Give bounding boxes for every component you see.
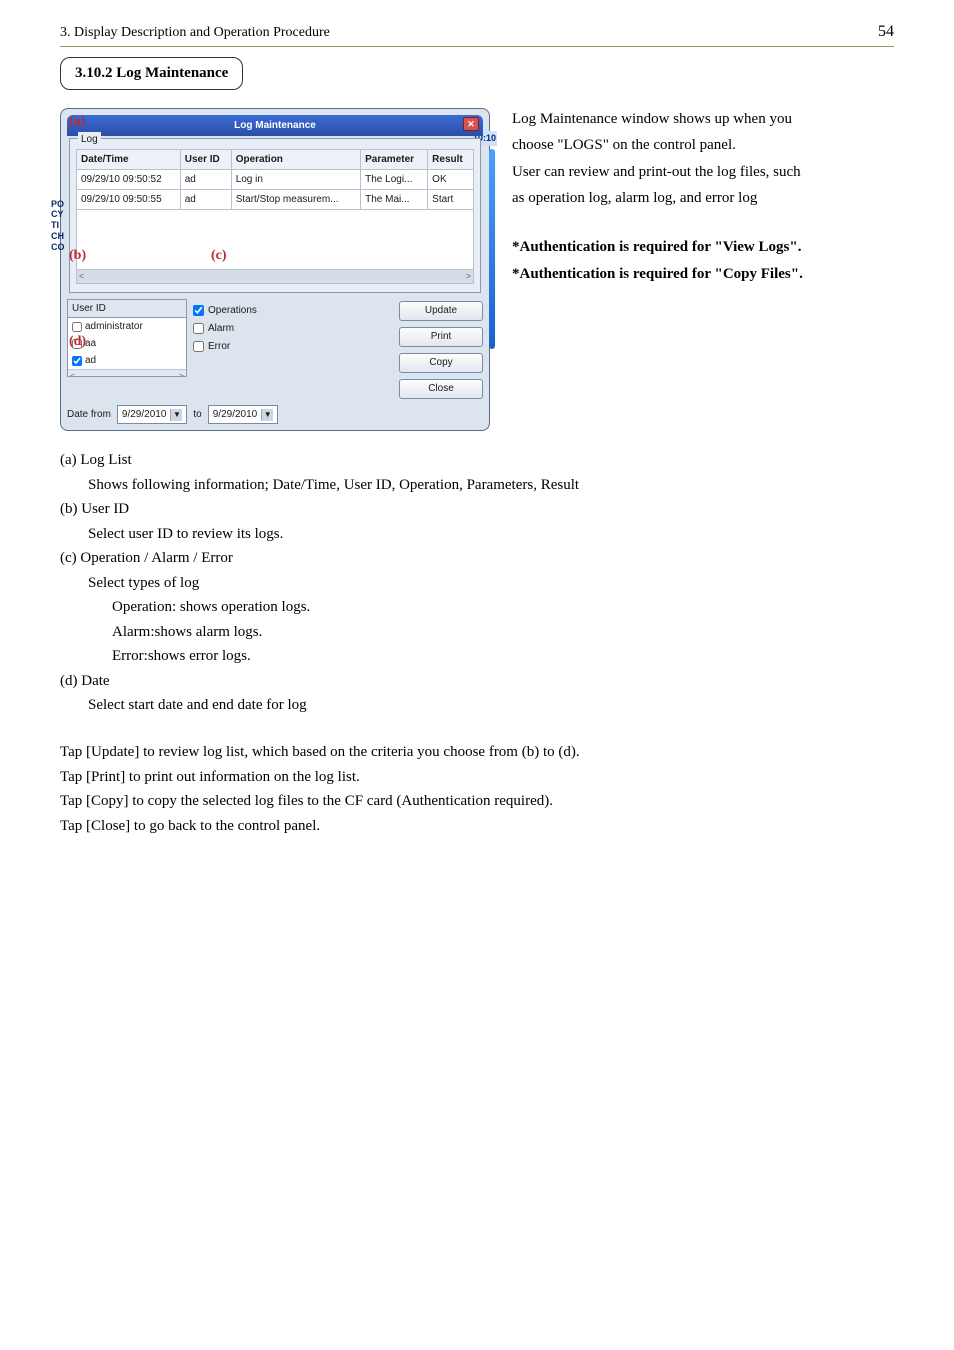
log-groupbox: Log Date/Time User ID Operation Paramete…: [69, 138, 481, 294]
close-icon[interactable]: ✕: [463, 117, 479, 131]
table-row[interactable]: 09/29/10 09:50:55 ad Start/Stop measurem…: [77, 189, 474, 209]
userbox-scroll[interactable]: <>: [68, 369, 186, 377]
explain-line: Log Maintenance window shows up when you: [512, 108, 894, 131]
groupbox-legend: Log: [78, 132, 101, 147]
date-from-picker[interactable]: 9/29/2010▼: [117, 405, 188, 424]
auth-note-2: *Authentication is required for "Copy Fi…: [512, 263, 894, 286]
item-c-body: Select types of log: [60, 572, 894, 595]
chevron-down-icon[interactable]: ▼: [261, 409, 273, 421]
chk-error[interactable]: [193, 341, 204, 352]
date-to-label: to: [193, 407, 201, 422]
chk-operations[interactable]: [193, 305, 204, 316]
chevron-down-icon[interactable]: ▼: [170, 409, 182, 421]
tap-instructions: Tap [Update] to review log list, which b…: [60, 741, 894, 837]
update-button[interactable]: Update: [399, 301, 483, 321]
chk-error-label[interactable]: Error: [193, 339, 257, 354]
close-button[interactable]: Close: [399, 379, 483, 399]
tap-print: Tap [Print] to print out information on …: [60, 766, 894, 789]
header-left: 3. Display Description and Operation Pro…: [60, 22, 330, 43]
col-operation[interactable]: Operation: [231, 149, 360, 169]
tap-update: Tap [Update] to review log list, which b…: [60, 741, 894, 764]
page-header: 3. Display Description and Operation Pro…: [60, 20, 894, 47]
item-b-head: (b) User ID: [60, 498, 894, 521]
side-panel-labels: PO CY TI CH CO: [51, 199, 65, 253]
date-row: Date from 9/29/2010▼ to 9/29/2010▼: [67, 405, 483, 424]
callout-b: (b): [69, 245, 86, 266]
userid-check-2[interactable]: [72, 356, 82, 366]
h-scrollbar[interactable]: <>: [76, 270, 474, 285]
item-c-al: Alarm:shows alarm logs.: [60, 621, 894, 644]
button-column: Update Print Copy Close: [399, 299, 483, 399]
explain-line: as operation log, alarm log, and error l…: [512, 187, 894, 210]
explain-line: choose "LOGS" on the control panel.: [512, 134, 894, 157]
date-from-label: Date from: [67, 407, 111, 422]
content-descriptions: (a) Log List Shows following information…: [60, 449, 894, 717]
tap-close: Tap [Close] to go back to the control pa…: [60, 815, 894, 838]
date-to-picker[interactable]: 9/29/2010▼: [208, 405, 279, 424]
right-blue-strip: [489, 149, 495, 349]
screenshot-window: (a) PO CY TI CH CO 10:10 Log Maintenance…: [60, 108, 490, 432]
item-b-body: Select user ID to review its logs.: [60, 523, 894, 546]
col-parameter[interactable]: Parameter: [361, 149, 428, 169]
table-row[interactable]: 09/29/10 09:50:52 ad Log in The Logi... …: [77, 169, 474, 189]
chk-alarm-label[interactable]: Alarm: [193, 321, 257, 336]
item-c-op: Operation: shows operation logs.: [60, 596, 894, 619]
explain-block: Log Maintenance window shows up when you…: [512, 108, 894, 290]
tap-copy: Tap [Copy] to copy the selected log file…: [60, 790, 894, 813]
chk-operations-label[interactable]: Operations: [193, 303, 257, 318]
item-a-head: (a) Log List: [60, 449, 894, 472]
item-c-head: (c) Operation / Alarm / Error: [60, 547, 894, 570]
item-d-body: Select start date and end date for log: [60, 694, 894, 717]
section-title: 3.10.2 Log Maintenance: [60, 57, 243, 90]
col-datetime[interactable]: Date/Time: [77, 149, 181, 169]
print-button[interactable]: Print: [399, 327, 483, 347]
list-item[interactable]: ad: [68, 352, 186, 369]
callout-c: (c): [211, 245, 227, 266]
item-c-er: Error:shows error logs.: [60, 645, 894, 668]
item-d-head: (d) Date: [60, 670, 894, 693]
col-result[interactable]: Result: [428, 149, 474, 169]
log-table: Date/Time User ID Operation Parameter Re…: [76, 149, 474, 210]
chk-alarm[interactable]: [193, 323, 204, 334]
copy-button[interactable]: Copy: [399, 353, 483, 373]
window-titlebar: Log Maintenance ✕: [67, 115, 483, 136]
table-blank: [76, 210, 474, 270]
explain-line: User can review and print-out the log fi…: [512, 161, 894, 184]
window-title: Log Maintenance: [234, 120, 316, 131]
logtype-checks: Operations Alarm Error: [193, 299, 257, 399]
user-id-head: User ID: [68, 300, 186, 318]
callout-d: (d): [69, 331, 86, 352]
col-userid[interactable]: User ID: [180, 149, 231, 169]
page-number: 54: [878, 20, 894, 44]
callout-a: (a): [69, 111, 85, 132]
item-a-body: Shows following information; Date/Time, …: [60, 474, 894, 497]
auth-note-1: *Authentication is required for "View Lo…: [512, 236, 894, 259]
